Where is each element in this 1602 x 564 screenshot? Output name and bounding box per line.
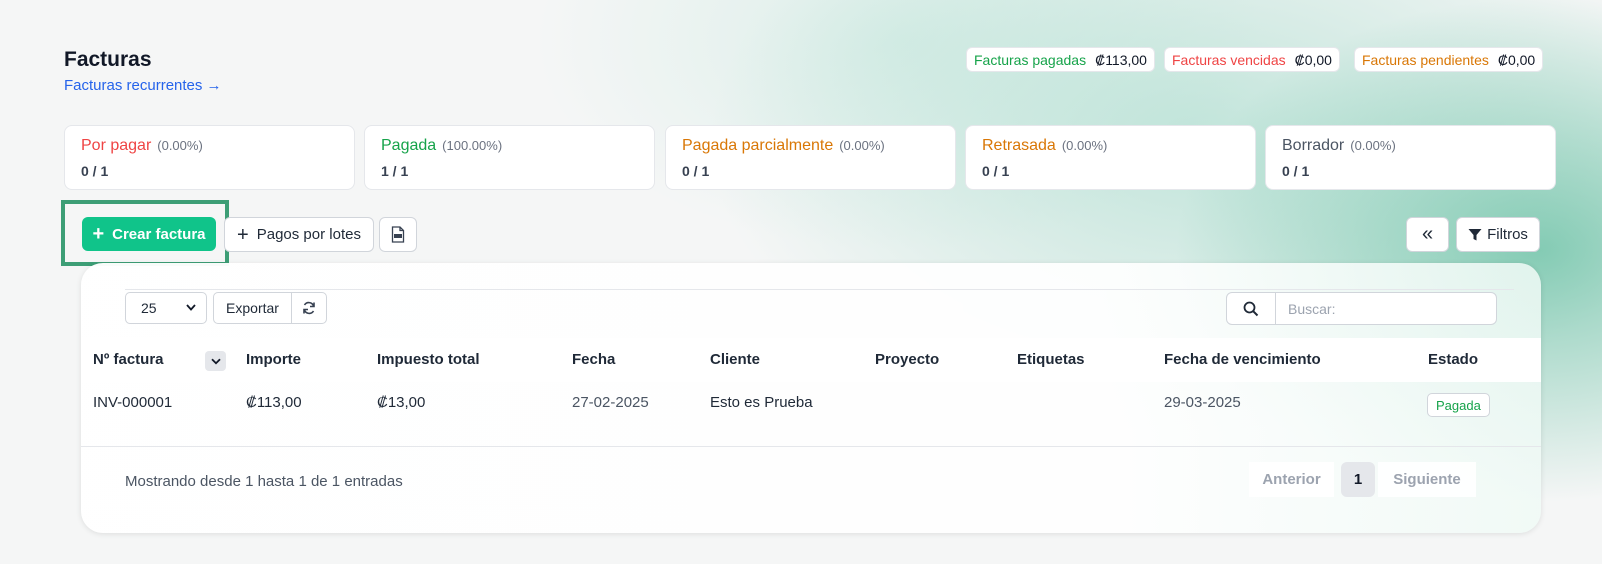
summary-pending-amount: ₡0,00 xyxy=(1497,51,1536,68)
refresh-icon[interactable] xyxy=(291,292,327,324)
column-header-amount[interactable]: Importe xyxy=(246,351,301,368)
cell-amount: ₡113,00 xyxy=(246,394,302,411)
status-card-overdue[interactable]: Retrasada (0.00%) 0 / 1 xyxy=(965,125,1256,190)
filters-button[interactable]: Filtros xyxy=(1456,217,1540,252)
batch-payments-button[interactable]: + Pagos por lotes xyxy=(224,217,374,252)
pdf-file-icon xyxy=(391,226,405,243)
filters-label: Filtros xyxy=(1487,226,1528,243)
pagination-next-button[interactable]: Siguiente xyxy=(1378,462,1476,497)
page-title: Facturas xyxy=(64,48,152,71)
status-card-draft[interactable]: Borrador (0.00%) 0 / 1 xyxy=(1265,125,1556,190)
card-count: 0 / 1 xyxy=(1282,163,1310,179)
divider xyxy=(125,289,1514,290)
search-input[interactable] xyxy=(1275,292,1497,325)
refresh-icon-glyph xyxy=(303,301,315,315)
recurring-invoices-link[interactable]: Facturas recurrentes → xyxy=(64,77,222,94)
plus-icon: + xyxy=(237,223,249,246)
card-label: Borrador xyxy=(1282,137,1345,154)
column-header-client[interactable]: Cliente xyxy=(710,351,760,368)
filter-icon xyxy=(1468,228,1482,240)
entries-info: Mostrando desde 1 hasta 1 de 1 entradas xyxy=(125,473,403,490)
summary-pending-badge: Facturas pendientes ₡0,00 xyxy=(1354,47,1544,72)
column-header-number[interactable]: Nº factura xyxy=(93,351,164,368)
summary-paid-label: Facturas pagadas xyxy=(974,51,1087,68)
column-header-date[interactable]: Fecha xyxy=(572,351,615,368)
export-button[interactable]: Exportar xyxy=(213,292,292,324)
card-count: 0 / 1 xyxy=(682,163,710,179)
table-row[interactable] xyxy=(81,382,1541,447)
chevron-down-icon xyxy=(210,358,221,364)
column-header-tags[interactable]: Etiquetas xyxy=(1017,351,1085,368)
pdf-export-button[interactable] xyxy=(379,217,417,252)
create-invoice-label: Crear factura xyxy=(112,225,206,243)
cell-invoice-number[interactable]: INV-000001 xyxy=(93,394,172,411)
pagination-previous-button[interactable]: Anterior xyxy=(1249,462,1334,497)
cell-date: 27-02-2025 xyxy=(572,394,649,411)
summary-overdue-amount: ₡0,00 xyxy=(1294,51,1332,68)
column-header-project[interactable]: Proyecto xyxy=(875,351,939,368)
page-size-select[interactable]: 25 xyxy=(125,292,207,324)
search-icon-glyph xyxy=(1243,301,1259,316)
page-size-value: 25 xyxy=(141,300,157,316)
batch-payments-label: Pagos por lotes xyxy=(256,226,361,243)
column-header-status[interactable]: Estado xyxy=(1428,351,1478,368)
summary-paid-amount: ₡113,00 xyxy=(1095,51,1147,68)
card-count: 0 / 1 xyxy=(982,163,1010,179)
chevron-down-icon xyxy=(186,304,196,311)
status-card-partially-paid[interactable]: Pagada parcialmente (0.00%) 0 / 1 xyxy=(665,125,956,190)
column-header-tax[interactable]: Impuesto total xyxy=(377,351,480,368)
card-label: Por pagar xyxy=(81,137,152,154)
sort-chevron-down-icon[interactable] xyxy=(205,351,226,371)
card-label: Retrasada xyxy=(982,137,1056,154)
card-percent: (0.00%) xyxy=(1061,138,1108,153)
card-count: 1 / 1 xyxy=(381,163,409,179)
summary-overdue-label: Facturas vencidas xyxy=(1172,51,1286,68)
cell-due-date: 29-03-2025 xyxy=(1164,394,1241,411)
status-card-paid[interactable]: Pagada (100.00%) 1 / 1 xyxy=(364,125,655,190)
status-card-unpaid[interactable]: Por pagar (0.00%) 0 / 1 xyxy=(64,125,355,190)
card-percent: (0.00%) xyxy=(157,138,203,153)
summary-pending-label: Facturas pendientes xyxy=(1362,51,1489,68)
card-label: Pagada xyxy=(381,137,437,154)
cell-client[interactable]: Esto es Prueba xyxy=(710,394,813,411)
column-header-due-date[interactable]: Fecha de vencimiento xyxy=(1164,351,1321,368)
card-percent: (100.00%) xyxy=(442,138,503,153)
card-count: 0 / 1 xyxy=(81,163,109,179)
cell-tax: ₡13,00 xyxy=(377,394,426,411)
summary-paid-badge: Facturas pagadas ₡113,00 xyxy=(966,47,1155,72)
plus-icon: + xyxy=(92,223,105,245)
summary-overdue-badge: Facturas vencidas ₡0,00 xyxy=(1164,47,1340,72)
create-invoice-button[interactable]: + Crear factura xyxy=(82,217,216,251)
status-badge: Pagada xyxy=(1427,393,1490,417)
card-label: Pagada parcialmente xyxy=(682,137,834,154)
card-percent: (0.00%) xyxy=(839,138,885,153)
card-percent: (0.00%) xyxy=(1350,138,1396,153)
search-icon[interactable] xyxy=(1226,292,1276,325)
collapse-double-chevron-icon[interactable]: « xyxy=(1406,217,1449,252)
pagination-page-1[interactable]: 1 xyxy=(1341,462,1375,497)
